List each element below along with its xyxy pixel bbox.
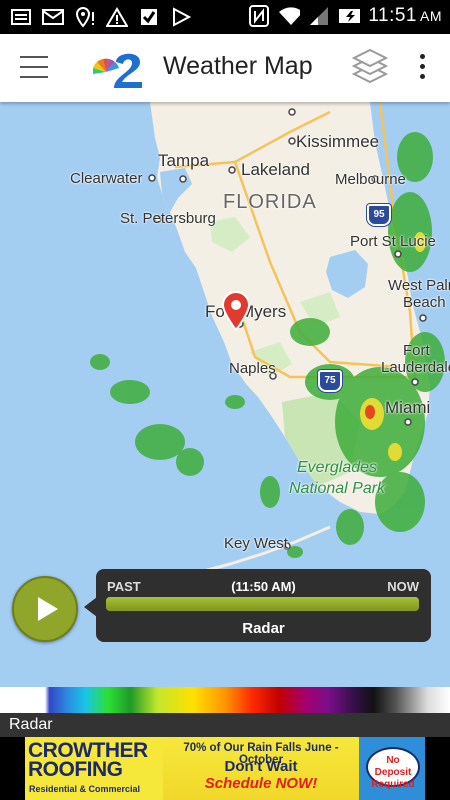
layers-icon[interactable] (350, 46, 390, 90)
timestamp-label: (11:50 AM) (231, 579, 296, 594)
city-label-clearwater: Clearwater (70, 170, 143, 187)
play-store-icon (170, 6, 192, 28)
play-button[interactable] (12, 576, 78, 642)
hamburger-menu-icon[interactable] (20, 56, 48, 80)
page-title: Weather Map (163, 52, 313, 80)
city-label-port-st-lucie: Port St Lucie (350, 233, 436, 250)
timeline-slider[interactable] (106, 597, 419, 611)
battery-charging-icon (338, 5, 361, 27)
image-icon (10, 6, 32, 28)
ad-badge-area: No Deposit Required (359, 737, 425, 800)
status-bar: 11:51 AM (0, 0, 450, 34)
timeline-progress (106, 597, 419, 611)
city-label-fort: Fort (403, 342, 430, 359)
nfc-icon (248, 5, 270, 27)
radar-color-legend (0, 687, 450, 713)
city-label-west-palm: West Palm (388, 277, 450, 294)
signal-icon (308, 5, 330, 27)
overflow-menu-icon[interactable] (412, 54, 432, 84)
gmail-icon (42, 6, 64, 28)
legend-label: Radar (0, 713, 450, 737)
city-label-kissimmee: Kissimmee (296, 132, 380, 151)
ad-brand: CROWTHER ROOFING Residential & Commercial (25, 737, 163, 800)
state-label: FLORIDA (223, 191, 317, 213)
location-icon (74, 6, 96, 28)
layer-label: Radar (242, 620, 285, 637)
city-label-west-palm-beach: Beach (403, 294, 446, 311)
check-icon (138, 6, 160, 28)
clock: 11:51 AM (368, 5, 442, 26)
city-label-lakeland: Lakeland (241, 160, 311, 179)
app-bar: Weather Map (0, 34, 450, 102)
location-pin-icon[interactable] (220, 291, 252, 331)
city-label-fort-lauderdale: Lauderdale (381, 359, 450, 376)
highway-95-shield: 95 (367, 204, 391, 226)
playback-panel: PAST (11:50 AM) NOW Radar (96, 569, 431, 642)
ad-message: 70% of Our Rain Falls June - October Don… (163, 737, 359, 800)
city-label-key-west: Key West (224, 535, 288, 552)
highway-75-shield: 75 (318, 370, 342, 392)
city-label-miami: Miami (385, 398, 431, 417)
play-icon (38, 597, 58, 621)
ad-banner[interactable]: CROWTHER ROOFING Residential & Commercial… (25, 737, 425, 800)
city-label-melbourne: Melbourne (335, 171, 406, 188)
now-label: NOW (387, 579, 419, 594)
park-label: Everglades National Park (289, 459, 386, 497)
city-label-naples: Naples (229, 360, 276, 377)
wifi-icon (278, 5, 301, 27)
warning-icon (106, 6, 128, 28)
city-label-st-petersburg: St. Petersburg (120, 210, 216, 227)
city-label-tampa: Tampa (158, 151, 210, 170)
ad-badge: No Deposit Required (366, 747, 420, 790)
nbc-2-logo[interactable] (92, 46, 146, 90)
